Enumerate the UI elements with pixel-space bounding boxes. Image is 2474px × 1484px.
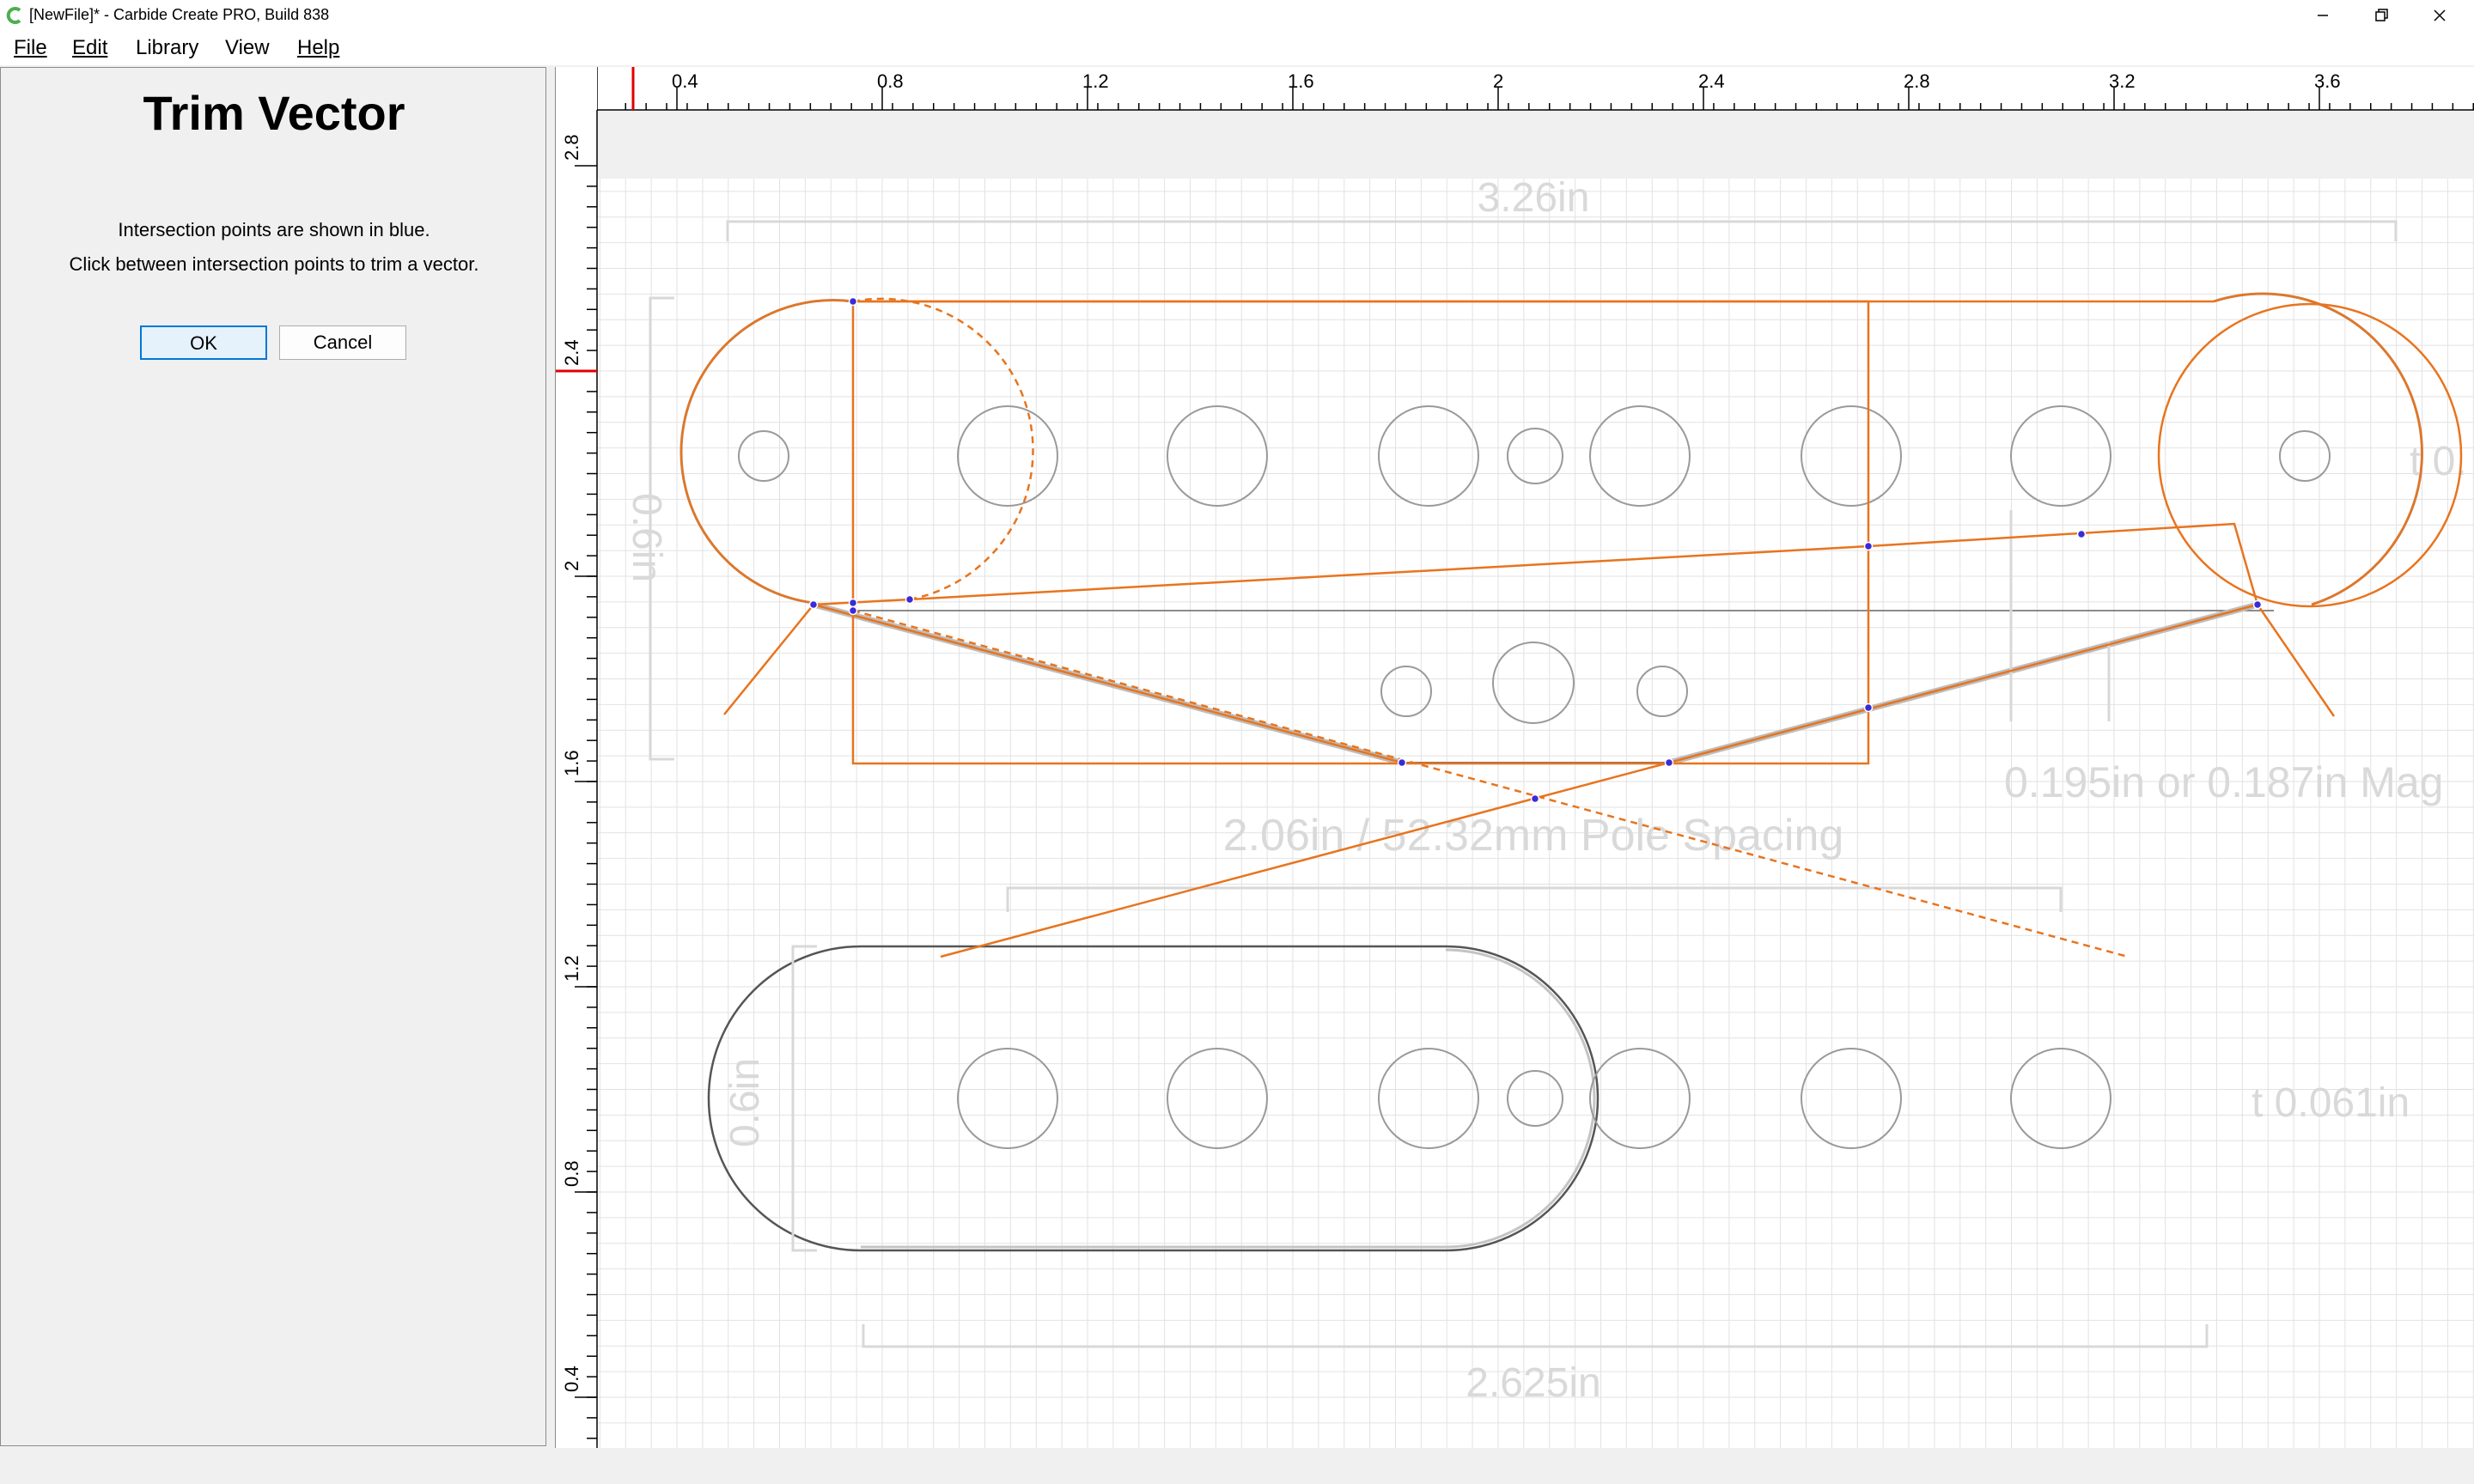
intersection-point[interactable]	[905, 594, 915, 605]
dim-text-left-bottom: 0.6in	[722, 1058, 768, 1147]
window-title: [NewFile]* - Carbide Create PRO, Build 8…	[29, 6, 330, 23]
intersection-point[interactable]	[848, 605, 858, 616]
menu-file[interactable]: File	[14, 36, 47, 60]
top-ruler-label: 1.2	[1082, 70, 1109, 92]
top-ruler-label: 3.6	[2314, 70, 2341, 92]
left-ruler-label: 0.4	[561, 1365, 582, 1392]
intersection-point[interactable]	[1397, 757, 1407, 768]
left-tangent	[723, 604, 814, 715]
instruction-line-2: Click between intersection points to tri…	[69, 253, 479, 275]
dim-text-pole-spacing: 2.06in / 52.32mm Pole Spacing	[1223, 811, 1844, 861]
middle-hole-small	[1636, 666, 1688, 717]
left-ruler-label: 0.8	[561, 1160, 582, 1187]
left-ruler-label: 2.4	[561, 339, 582, 366]
dim-text-right-bottom: t 0.061in	[2252, 1080, 2410, 1126]
left-ruler-label: 2.8	[561, 134, 582, 161]
top-hole-small	[1507, 428, 1563, 484]
ruler-corner	[556, 67, 597, 110]
dim-bracket-pole	[1006, 886, 2063, 912]
intersection-points[interactable]	[808, 296, 2263, 804]
top-ruler-label: 3.2	[2109, 70, 2136, 92]
slant-line	[813, 522, 2259, 606]
lower-left-edge	[813, 603, 1403, 764]
restore-icon	[2375, 9, 2388, 21]
top-ruler-label: 2.4	[1698, 70, 1725, 92]
restore-button[interactable]	[2352, 0, 2410, 31]
top-ruler-label: 2.8	[1904, 70, 1930, 92]
intersection-point[interactable]	[1530, 794, 1540, 804]
dim-text-top: 3.26in	[1478, 175, 1590, 221]
cross-line-dashed	[852, 609, 2129, 958]
left-ruler-label: 2	[561, 561, 582, 571]
intersection-point[interactable]	[848, 296, 858, 307]
dim-text-magnet: 0.195in or 0.187in Mag	[2004, 758, 2443, 806]
top-ruler-label: 1.6	[1288, 70, 1314, 92]
menu-help[interactable]: Help	[297, 36, 339, 60]
ok-button[interactable]: OK	[140, 325, 267, 360]
status-bar	[0, 1448, 2474, 1484]
left-ruler-label: 1.6	[561, 750, 582, 776]
intersection-point[interactable]	[2252, 599, 2263, 610]
minimize-icon	[2318, 15, 2328, 16]
intersection-point[interactable]	[1664, 757, 1674, 768]
top-hole	[2010, 405, 2111, 507]
top-hole	[1378, 405, 1479, 507]
design-canvas[interactable]: 3.26in 0.6in t 0. 2.06in / 52.32mm Pole …	[555, 67, 2474, 1448]
left-dashed-arc	[852, 297, 1034, 601]
middle-hole	[1492, 642, 1575, 724]
menu-bar: File Edit Library View Help	[0, 31, 2474, 65]
dim-text-right-top: t 0.	[2410, 439, 2467, 484]
bottom-hole-small	[1507, 1070, 1563, 1127]
top-hole	[957, 405, 1058, 507]
top-ruler-label: 2	[1493, 70, 1503, 92]
carbide-c-icon	[6, 7, 21, 24]
top-hole	[1801, 405, 1902, 507]
dim-bracket-bottom	[862, 1324, 2209, 1348]
left-ruler-label: 1.2	[561, 955, 582, 982]
middle-hole-small	[1380, 666, 1432, 717]
panel-title: Trim Vector	[143, 86, 405, 140]
bottom-slot-outline	[707, 945, 1600, 1252]
top-hole	[1589, 405, 1691, 507]
bottom-slot-shadow	[861, 948, 1596, 1249]
intersection-point[interactable]	[848, 598, 858, 608]
menu-view[interactable]: View	[225, 36, 270, 60]
top-hole	[1167, 405, 1268, 507]
drawing-svg[interactable]: 3.26in 0.6in t 0. 2.06in / 52.32mm Pole …	[556, 67, 2474, 1448]
minimize-button[interactable]	[2294, 0, 2352, 31]
menu-library[interactable]: Library	[136, 36, 198, 60]
menu-edit[interactable]: Edit	[72, 36, 107, 60]
intersection-point[interactable]	[1863, 702, 1874, 713]
left-ruler: 2.8 2.4 2 1.6 1.2 0.8 0.4	[556, 67, 598, 1448]
top-ruler: 0.4 0.8 1.2 1.6 2 2.4 2.8 3.2 3.6	[556, 67, 2474, 179]
dim-bracket-top	[726, 220, 2398, 241]
right-tangent	[2256, 604, 2336, 717]
top-ruler-label: 0.8	[877, 70, 904, 92]
intersection-point[interactable]	[2076, 529, 2087, 539]
close-button[interactable]	[2410, 0, 2469, 31]
instruction-line-1: Intersection points are shown in blue.	[118, 219, 430, 240]
cancel-button[interactable]: Cancel	[279, 325, 406, 360]
top-ruler-label: 0.4	[672, 70, 698, 92]
intersection-point[interactable]	[808, 599, 819, 610]
intersection-point[interactable]	[1863, 541, 1874, 551]
dim-text-left-top: 0.6in	[624, 493, 669, 582]
title-bar: [NewFile]* - Carbide Create PRO, Build 8…	[0, 0, 2474, 31]
lower-right-edge	[1668, 603, 2258, 764]
dim-text-bottom: 2.625in	[1466, 1360, 1600, 1406]
close-icon	[2434, 9, 2446, 21]
trim-vector-panel: Trim Vector Intersection points are show…	[0, 67, 546, 1446]
